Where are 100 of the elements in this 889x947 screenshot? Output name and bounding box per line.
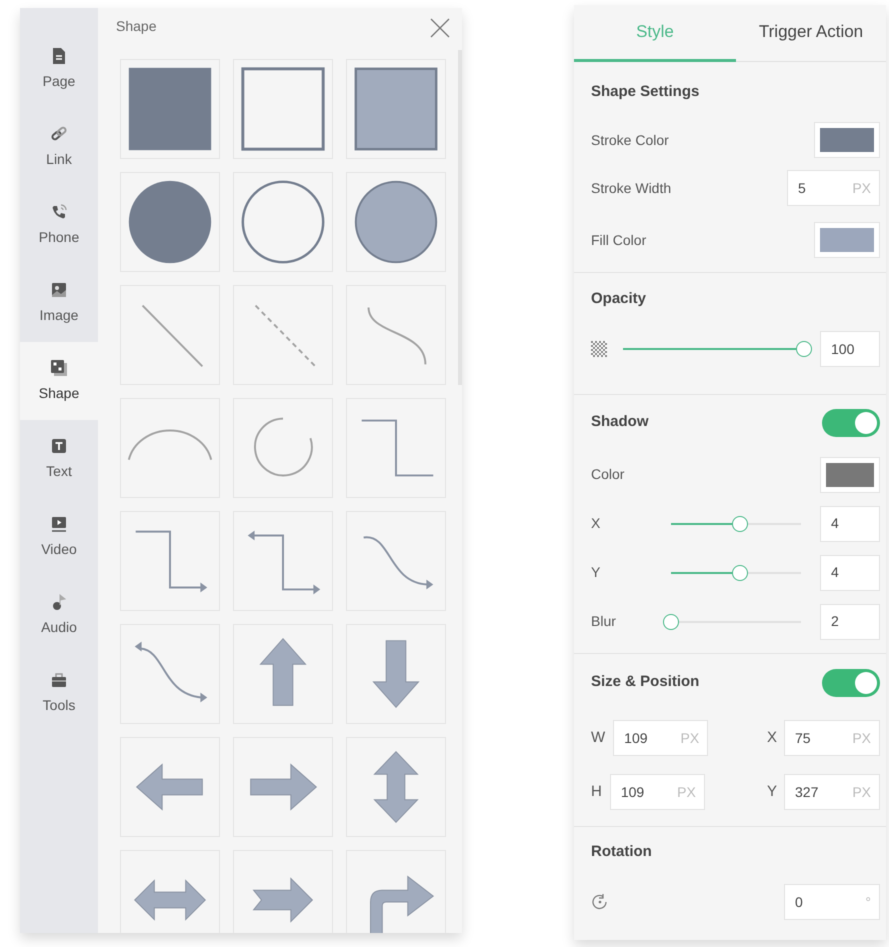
link-icon	[50, 124, 68, 142]
elbow-arrow-icon	[136, 530, 208, 592]
arc-icon	[128, 430, 212, 460]
shadow-value-field[interactable]: 2	[820, 604, 880, 640]
fill-color-swatch[interactable]	[814, 222, 880, 258]
position-field[interactable]: 75 PX	[784, 720, 880, 756]
sidebar-item[interactable]: Link	[20, 108, 98, 186]
arc-icon	[254, 418, 313, 476]
document-icon	[50, 46, 68, 64]
opacity-field[interactable]: 100	[820, 331, 880, 367]
curved-arrow-icon	[364, 536, 434, 590]
shape-option[interactable]	[346, 172, 446, 272]
shape-option[interactable]	[120, 59, 220, 159]
unit-label: °	[865, 892, 871, 912]
slider-thumb[interactable]	[796, 341, 812, 357]
stroke-color-swatch[interactable]	[814, 122, 880, 158]
shapes-icon	[50, 358, 68, 376]
shape-option[interactable]	[233, 737, 333, 837]
stroke-width-field[interactable]: 5 PX	[787, 170, 880, 206]
shadow-value-field[interactable]: 4	[820, 554, 880, 590]
shape-option[interactable]	[233, 59, 333, 159]
section-title: Shadow	[591, 412, 649, 432]
shape-option[interactable]	[233, 172, 333, 272]
shape-option[interactable]	[120, 172, 220, 272]
section-title: Opacity	[591, 288, 646, 309]
sidebar-item[interactable]: Audio	[20, 576, 98, 654]
down-arrow-icon	[372, 640, 420, 708]
shape-option[interactable]	[233, 624, 333, 724]
rotate-icon	[591, 893, 609, 911]
field-label: W	[591, 728, 606, 748]
sidebar-item[interactable]: Phone	[20, 186, 98, 264]
field-label: X	[766, 728, 777, 748]
rectangle-icon	[354, 68, 438, 150]
tab[interactable]: Trigger Action	[736, 5, 886, 62]
text-icon	[50, 436, 68, 454]
left-right-arrow-icon	[134, 879, 206, 921]
shape-option[interactable]	[346, 398, 446, 498]
section-title: Shape Settings	[591, 82, 700, 102]
field-label: Y	[591, 563, 602, 582]
slider-thumb[interactable]	[732, 516, 748, 532]
sidebar-item[interactable]: Text	[20, 420, 98, 498]
phone-icon	[50, 202, 68, 220]
field-label: H	[591, 782, 602, 802]
sidebar-item[interactable]: Video	[20, 498, 98, 576]
slider-thumb[interactable]	[663, 614, 680, 630]
toolbox-icon	[50, 670, 68, 688]
position-field[interactable]: 109 PX	[613, 720, 708, 756]
shape-option[interactable]	[120, 850, 220, 933]
sidebar-item[interactable]: Image	[20, 264, 98, 342]
shape-option[interactable]	[346, 59, 446, 159]
rectangle-icon	[241, 67, 325, 151]
circle-icon	[128, 180, 212, 264]
shape-option[interactable]	[346, 624, 446, 724]
position-field[interactable]: 327 PX	[784, 774, 880, 810]
checkerboard-icon	[591, 341, 607, 357]
shadow-color-swatch[interactable]	[820, 456, 880, 492]
dashed-line-icon	[254, 304, 316, 368]
shape-option[interactable]	[233, 398, 333, 498]
size-position-toggle[interactable]	[822, 668, 880, 696]
up-down-arrow-icon	[373, 751, 419, 823]
field-label: X	[591, 514, 602, 533]
notched-arrow-icon	[252, 877, 314, 923]
sidebar-item[interactable]: Tools	[20, 654, 98, 732]
position-field[interactable]: 109 PX	[610, 774, 705, 810]
left-arrow-icon	[136, 763, 203, 811]
shape-option[interactable]	[233, 850, 333, 933]
line-icon	[142, 304, 204, 368]
field-label: Color	[591, 465, 624, 484]
field-label: Fill Color	[591, 230, 646, 250]
unit-label: PX	[677, 782, 696, 802]
panel-title: Shape	[116, 17, 156, 36]
close-icon[interactable]	[430, 18, 450, 38]
shape-option[interactable]	[120, 398, 220, 498]
shape-option[interactable]	[120, 511, 220, 611]
up-arrow-icon	[259, 638, 307, 706]
image-icon	[50, 280, 68, 298]
sidebar-item[interactable]: Shape	[20, 342, 98, 420]
sidebar-item[interactable]: Page	[20, 30, 98, 108]
shape-option[interactable]	[233, 511, 333, 611]
unit-label: PX	[852, 782, 871, 802]
field-label: Stroke Width	[591, 178, 672, 198]
shadow-value-field[interactable]: 4	[820, 506, 880, 542]
right-arrow-icon	[250, 763, 318, 811]
rectangle-icon	[128, 68, 212, 150]
unit-label: PX	[680, 728, 700, 748]
field-label: Y	[766, 782, 777, 802]
unit-label: PX	[852, 178, 871, 198]
shape-option[interactable]	[120, 737, 220, 837]
section-title: Size & Position	[591, 672, 700, 692]
shape-option[interactable]	[346, 737, 446, 837]
circle-icon	[242, 180, 324, 264]
slider-thumb[interactable]	[732, 564, 748, 580]
rotation-field[interactable]: 0 °	[784, 884, 880, 920]
double-elbow-arrow-icon	[248, 530, 320, 594]
shape-option[interactable]	[346, 850, 446, 933]
section-title: Rotation	[591, 842, 652, 862]
shape-option[interactable]	[120, 624, 220, 724]
shadow-toggle[interactable]	[822, 408, 880, 436]
step-line-icon	[362, 420, 434, 476]
bent-arrow-icon	[370, 876, 434, 933]
